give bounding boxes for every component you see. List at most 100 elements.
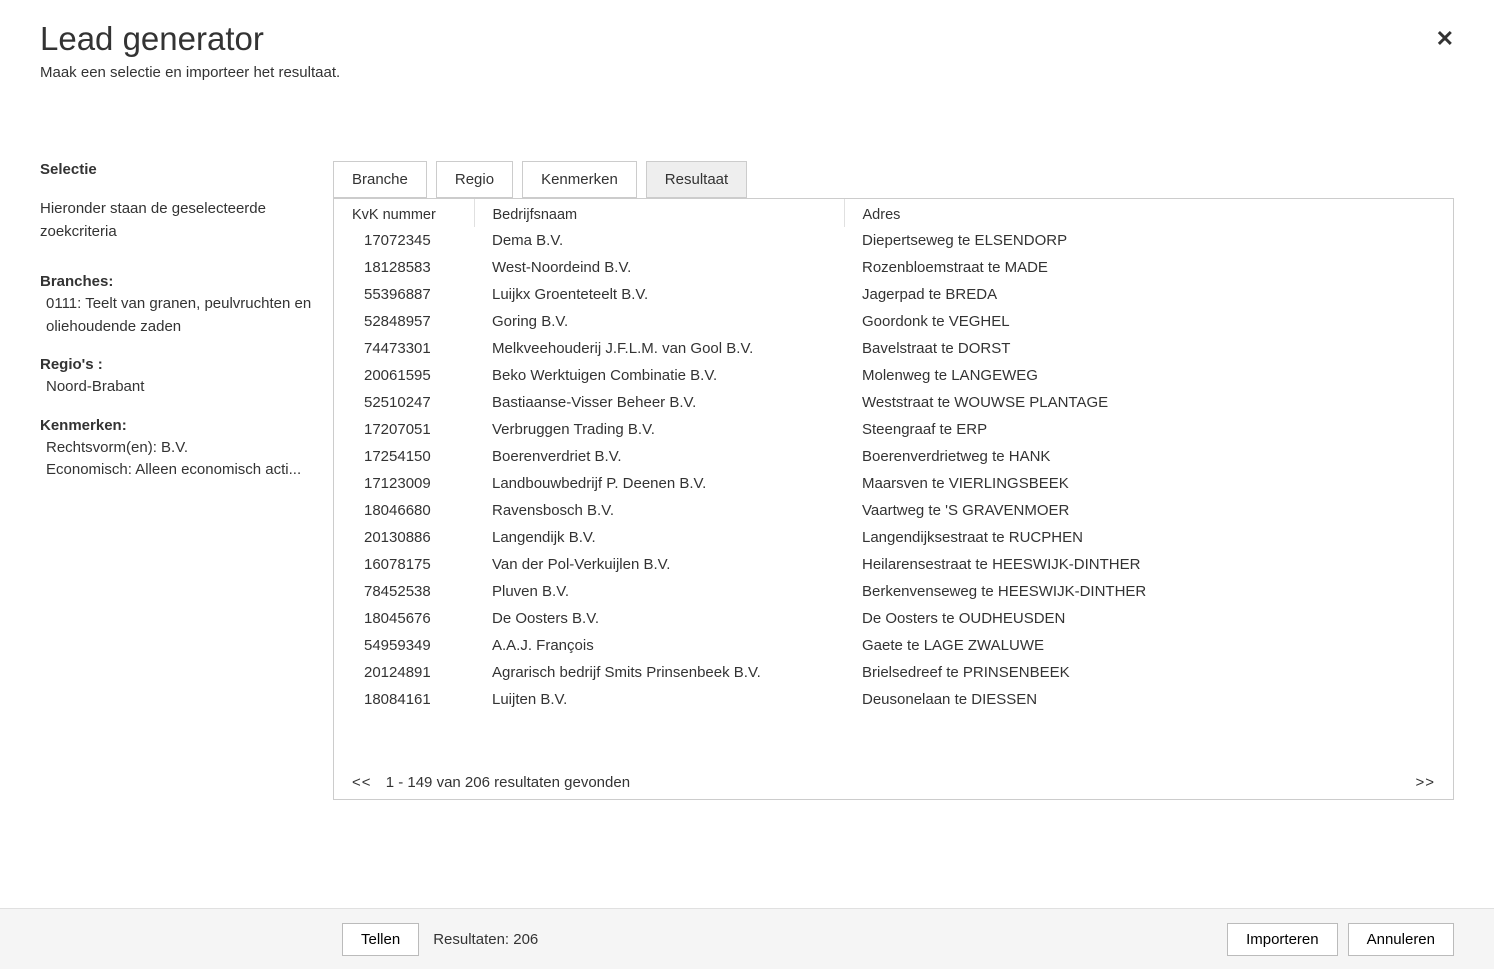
branches-value: 0111: Teelt van granen, peulvruchten en … (40, 293, 313, 338)
cell-adres: Jagerpad te BREDA (844, 281, 1453, 308)
importeren-button[interactable]: Importeren (1227, 923, 1338, 956)
cell-adres: Heilarensestraat te HEESWIJK-DINTHER (844, 551, 1453, 578)
kenmerken-label: Kenmerken: (40, 417, 313, 434)
cell-kvk: 18128583 (334, 254, 474, 281)
table-row[interactable]: 18084161Luijten B.V.Deusonelaan te DIESS… (334, 686, 1453, 713)
tab-branche[interactable]: Branche (333, 161, 427, 198)
cell-bedrijfsnaam: West-Noordeind B.V. (474, 254, 844, 281)
annuleren-button[interactable]: Annuleren (1348, 923, 1454, 956)
tab-regio[interactable]: Regio (436, 161, 513, 198)
cell-kvk: 52848957 (334, 308, 474, 335)
regions-value: Noord-Brabant (40, 376, 313, 399)
cell-adres: Vaartweg te 'S GRAVENMOER (844, 497, 1453, 524)
cell-adres: Maarsven te VIERLINGSBEEK (844, 470, 1453, 497)
sidebar-description: Hieronder staan de geselecteerde zoekcri… (40, 198, 313, 243)
cell-adres: Diepertseweg te ELSENDORP (844, 227, 1453, 254)
cell-adres: Molenweg te LANGEWEG (844, 362, 1453, 389)
cell-bedrijfsnaam: A.A.J. François (474, 632, 844, 659)
cell-adres: Bavelstraat te DORST (844, 335, 1453, 362)
footer: Tellen Resultaten: 206 Importeren Annule… (0, 908, 1494, 969)
cell-bedrijfsnaam: Verbruggen Trading B.V. (474, 416, 844, 443)
tab-resultaat[interactable]: Resultaat (646, 161, 747, 198)
cell-kvk: 18045676 (334, 605, 474, 632)
table-row[interactable]: 55396887Luijkx Groenteteelt B.V.Jagerpad… (334, 281, 1453, 308)
cell-bedrijfsnaam: Langendijk B.V. (474, 524, 844, 551)
cell-kvk: 54959349 (334, 632, 474, 659)
cell-bedrijfsnaam: Beko Werktuigen Combinatie B.V. (474, 362, 844, 389)
pagination-info: 1 - 149 van 206 resultaten gevonden (386, 774, 630, 791)
regions-label: Regio's : (40, 356, 313, 373)
cell-bedrijfsnaam: Luijkx Groenteteelt B.V. (474, 281, 844, 308)
sidebar-title: Selectie (40, 161, 313, 178)
table-area: KvK nummer Bedrijfsnaam Adres 17072345De… (333, 198, 1454, 800)
cell-kvk: 17254150 (334, 443, 474, 470)
table-scroll[interactable]: KvK nummer Bedrijfsnaam Adres 17072345De… (334, 199, 1453, 766)
cell-bedrijfsnaam: Dema B.V. (474, 227, 844, 254)
page-subtitle: Maak een selectie en importeer het resul… (40, 64, 1454, 81)
cell-adres: Goordonk te VEGHEL (844, 308, 1453, 335)
cell-adres: Steengraaf te ERP (844, 416, 1453, 443)
cell-adres: Boerenverdrietweg te HANK (844, 443, 1453, 470)
table-row[interactable]: 17207051Verbruggen Trading B.V.Steengraa… (334, 416, 1453, 443)
table-row[interactable]: 52848957Goring B.V.Goordonk te VEGHEL (334, 308, 1453, 335)
cell-adres: Weststraat te WOUWSE PLANTAGE (844, 389, 1453, 416)
kenmerken-value-2: Economisch: Alleen economisch acti... (40, 459, 313, 482)
kenmerken-value-1: Rechtsvorm(en): B.V. (40, 437, 313, 460)
sidebar: Selectie Hieronder staan de geselecteerd… (40, 161, 333, 800)
cell-adres: Berkenvenseweg te HEESWIJK-DINTHER (844, 578, 1453, 605)
cell-kvk: 16078175 (334, 551, 474, 578)
pagination-next[interactable]: >> (1415, 774, 1435, 791)
page-title: Lead generator (40, 20, 1454, 58)
table-row[interactable]: 78452538Pluven B.V.Berkenvenseweg te HEE… (334, 578, 1453, 605)
table-row[interactable]: 52510247Bastiaanse-Visser Beheer B.V.Wes… (334, 389, 1453, 416)
table-row[interactable]: 20124891Agrarisch bedrijf Smits Prinsenb… (334, 659, 1453, 686)
cell-bedrijfsnaam: Agrarisch bedrijf Smits Prinsenbeek B.V. (474, 659, 844, 686)
cell-kvk: 52510247 (334, 389, 474, 416)
table-row[interactable]: 17123009Landbouwbedrijf P. Deenen B.V.Ma… (334, 470, 1453, 497)
tab-kenmerken[interactable]: Kenmerken (522, 161, 637, 198)
cell-kvk: 74473301 (334, 335, 474, 362)
cell-adres: Rozenbloemstraat te MADE (844, 254, 1453, 281)
table-row[interactable]: 74473301Melkveehouderij J.F.L.M. van Goo… (334, 335, 1453, 362)
cell-adres: De Oosters te OUDHEUSDEN (844, 605, 1453, 632)
tabs: Branche Regio Kenmerken Resultaat (333, 161, 1454, 198)
branches-label: Branches: (40, 273, 313, 290)
cell-adres: Deusonelaan te DIESSEN (844, 686, 1453, 713)
table-row[interactable]: 20061595Beko Werktuigen Combinatie B.V.M… (334, 362, 1453, 389)
cell-kvk: 20061595 (334, 362, 474, 389)
cell-bedrijfsnaam: Pluven B.V. (474, 578, 844, 605)
cell-kvk: 55396887 (334, 281, 474, 308)
cell-kvk: 17207051 (334, 416, 474, 443)
cell-kvk: 20130886 (334, 524, 474, 551)
cell-bedrijfsnaam: Melkveehouderij J.F.L.M. van Gool B.V. (474, 335, 844, 362)
cell-kvk: 17123009 (334, 470, 474, 497)
cell-bedrijfsnaam: Boerenverdriet B.V. (474, 443, 844, 470)
table-row[interactable]: 18046680Ravensbosch B.V.Vaartweg te 'S G… (334, 497, 1453, 524)
table-row[interactable]: 17254150Boerenverdriet B.V.Boerenverdrie… (334, 443, 1453, 470)
table-row[interactable]: 16078175Van der Pol-Verkuijlen B.V.Heila… (334, 551, 1453, 578)
col-bedrijfsnaam[interactable]: Bedrijfsnaam (474, 199, 844, 227)
cell-bedrijfsnaam: Bastiaanse-Visser Beheer B.V. (474, 389, 844, 416)
cell-kvk: 18046680 (334, 497, 474, 524)
cell-bedrijfsnaam: Goring B.V. (474, 308, 844, 335)
col-kvk[interactable]: KvK nummer (334, 199, 474, 227)
cell-bedrijfsnaam: Van der Pol-Verkuijlen B.V. (474, 551, 844, 578)
cell-bedrijfsnaam: Luijten B.V. (474, 686, 844, 713)
table-row[interactable]: 18045676De Oosters B.V.De Oosters te OUD… (334, 605, 1453, 632)
table-row[interactable]: 17072345Dema B.V.Diepertseweg te ELSENDO… (334, 227, 1453, 254)
table-row[interactable]: 20130886Langendijk B.V.Langendijksestraa… (334, 524, 1453, 551)
close-icon[interactable]: ✕ (1436, 28, 1454, 50)
table-row[interactable]: 54959349A.A.J. FrançoisGaete te LAGE ZWA… (334, 632, 1453, 659)
header: Lead generator Maak een selectie en impo… (0, 0, 1494, 91)
result-count: Resultaten: 206 (433, 931, 538, 948)
cell-bedrijfsnaam: Ravensbosch B.V. (474, 497, 844, 524)
cell-kvk: 20124891 (334, 659, 474, 686)
cell-kvk: 78452538 (334, 578, 474, 605)
table-row[interactable]: 18128583West-Noordeind B.V.Rozenbloemstr… (334, 254, 1453, 281)
cell-adres: Langendijksestraat te RUCPHEN (844, 524, 1453, 551)
tellen-button[interactable]: Tellen (342, 923, 419, 956)
pagination-prev[interactable]: << (352, 774, 372, 791)
col-adres[interactable]: Adres (844, 199, 1453, 227)
cell-bedrijfsnaam: Landbouwbedrijf P. Deenen B.V. (474, 470, 844, 497)
pagination: << 1 - 149 van 206 resultaten gevonden >… (334, 766, 1453, 799)
